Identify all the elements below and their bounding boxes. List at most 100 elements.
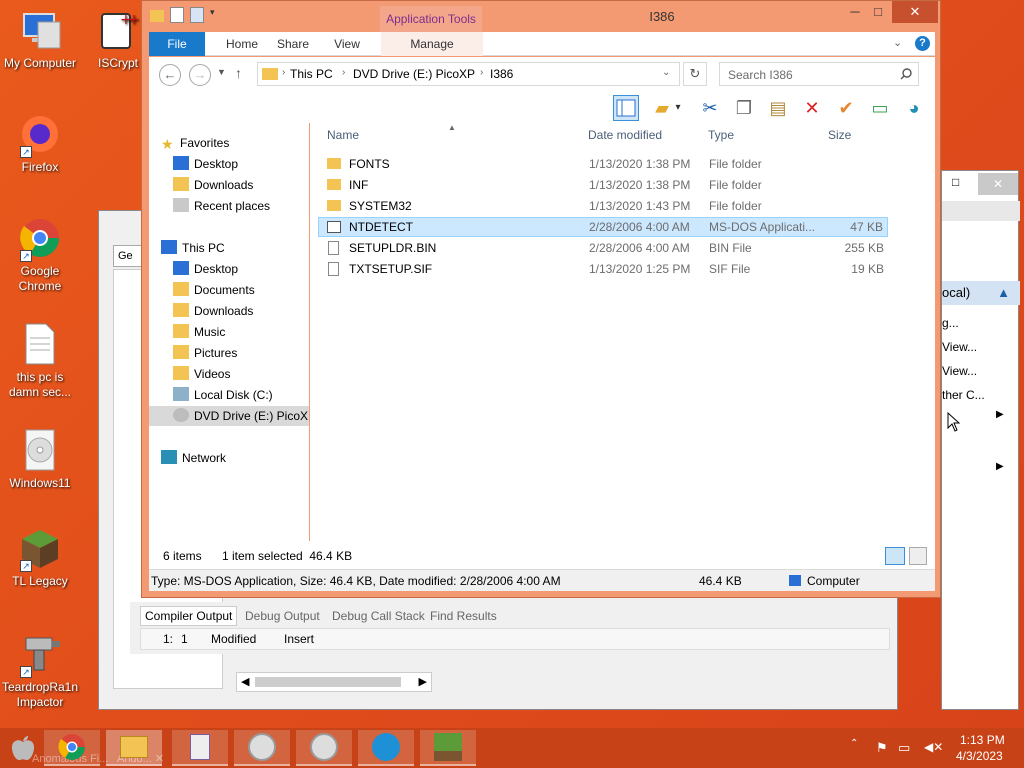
documents-folder-icon [173,282,189,296]
chevron-right-icon[interactable]: ▶ [996,409,1004,420]
delete-icon[interactable]: ✕ [799,95,825,121]
nav-desktop-pc[interactable]: Desktop [173,259,333,279]
tab-debug-call-stack[interactable]: Debug Call Stack [332,609,425,623]
file-row[interactable]: TXTSETUP.SIF 1/13/2020 1:25 PM SIF File … [318,259,888,279]
expand-ribbon-icon[interactable]: ⌄ [893,36,902,49]
file-row[interactable]: FONTS 1/13/2020 1:38 PM File folder [318,154,888,174]
nav-videos[interactable]: Videos [173,364,333,384]
chevron-right-icon[interactable]: ▶ [419,675,427,688]
collapse-icon[interactable]: ▲ [997,285,1010,300]
title-bar[interactable]: ▾ Application Tools I386 ─ □ ✕ [142,1,940,32]
help-icon[interactable]: ? [915,36,930,51]
column-header-name[interactable]: Name [327,128,359,142]
network-globe-icon[interactable]: ◕ [901,95,927,121]
desktop-icon-text-file[interactable]: this pc is damn sec... [0,322,80,400]
copy-icon[interactable]: ❐ [731,95,757,121]
nav-recent-places[interactable]: Recent places [173,196,333,216]
column-header-type[interactable]: Type [708,128,734,142]
close-button[interactable]: ✕ [978,173,1018,195]
videos-folder-icon [173,366,189,380]
list-item[interactable]: View... [942,335,985,359]
chevron-left-icon[interactable]: ◀ [241,675,249,688]
close-button[interactable]: ✕ [892,1,938,23]
chevron-right-icon[interactable]: ▶ [996,461,1004,472]
desktop-icon-label: Firefox [21,160,59,174]
chevron-down-icon[interactable]: ▾ [671,95,685,121]
desktop-icon-chrome[interactable]: ↗ Google Chrome [0,216,80,294]
properties-icon[interactable]: ▭ [867,95,893,121]
breadcrumb-this-pc[interactable]: This PC [290,67,333,81]
large-icons-view-icon[interactable] [909,547,927,565]
tab-compiler-output[interactable]: Compiler Output [140,606,238,626]
breadcrumb-i386[interactable]: I386 [490,67,513,81]
desktop-icon-firefox[interactable]: ↗ Firefox [0,112,80,175]
file-row[interactable]: SETUPLDR.BIN 2/28/2006 4:00 AM BIN File … [318,238,888,258]
network-status-icon[interactable]: ▭ [898,740,910,756]
desktop-icon-impactor[interactable]: ↗ TeardropRa1n Impactor [0,632,80,710]
list-item[interactable]: g... [942,311,985,335]
up-button[interactable]: ↑ [235,65,242,81]
breadcrumb-dvd-drive[interactable]: DVD Drive (E:) PicoXP [353,67,475,81]
nav-pictures[interactable]: Pictures [173,343,333,363]
taskbar-safari-button-2[interactable] [296,730,352,766]
file-row-selected[interactable]: NTDETECT 2/28/2006 4:00 AM MS-DOS Applic… [318,217,888,237]
tab-view[interactable]: View [327,32,367,56]
list-item[interactable]: View... [942,359,985,383]
tab-find-results[interactable]: Find Results [430,609,497,623]
tab-debug-output[interactable]: Debug Output [245,609,320,623]
nav-label: Network [182,451,227,465]
tab-share[interactable]: Share [273,32,313,56]
maximize-button[interactable]: □ [952,175,959,189]
scroll-thumb[interactable] [255,677,401,687]
new-folder-icon[interactable] [190,7,204,23]
maximize-button[interactable]: □ [862,1,894,23]
forward-button[interactable]: → [189,64,211,86]
tab-manage[interactable]: Manage [381,32,483,56]
show-hidden-icons-button[interactable]: ⌃ [850,738,858,749]
properties-icon[interactable] [170,7,184,23]
address-field[interactable]: › This PC › DVD Drive (E:) PicoXP › I386… [257,62,680,86]
file-row[interactable]: INF 1/13/2020 1:38 PM File folder [318,175,888,195]
background-scrollbar[interactable]: ◀ ▶ [236,672,432,692]
clock-time[interactable]: 1:13 PM [960,733,1005,747]
search-input[interactable]: Search I386 [719,62,919,86]
taskbar-explorer-button[interactable] [106,730,162,766]
taskbar-ie-button[interactable] [358,730,414,766]
preview-pane-icon[interactable] [613,95,639,121]
cut-icon[interactable]: ✂ [697,95,723,121]
nav-local-disk[interactable]: Local Disk (C:) [173,385,333,405]
nav-documents[interactable]: Documents [173,280,333,300]
flag-icon[interactable]: ⚑ [876,740,888,756]
desktop-icon-windows11[interactable]: Windows11 [0,428,80,491]
nav-dvd-drive[interactable]: DVD Drive (E:) PicoX [149,406,309,426]
nav-music[interactable]: Music [173,322,333,342]
list-item[interactable]: ther C... [942,383,985,407]
taskbar-safari-button-1[interactable] [234,730,290,766]
chevron-down-icon[interactable]: ⌄ [662,67,670,78]
taskbar-app-button[interactable] [172,730,228,766]
desktop-icon-tl-legacy[interactable]: ↗ TL Legacy [0,526,80,589]
taskbar-minecraft-button[interactable] [420,730,476,766]
details-view-icon[interactable] [885,547,905,565]
nav-favorites[interactable]: ★ Favorites [161,133,321,153]
nav-downloads[interactable]: Downloads [173,175,333,195]
desktop-icon-my-computer[interactable]: My Computer [0,8,80,71]
chevron-down-icon[interactable]: ▾ [210,7,220,23]
rename-check-icon[interactable]: ✔ [833,95,859,121]
volume-muted-icon[interactable]: ◀✕ [924,740,943,754]
back-button[interactable]: ← [159,64,181,86]
taskbar-chrome-button[interactable] [44,730,100,766]
refresh-button[interactable]: ↻ [683,62,707,86]
nav-this-pc[interactable]: This PC [161,238,321,258]
clock-date[interactable]: 4/3/2023 [956,749,1003,763]
recent-locations-icon[interactable]: ▼ [217,67,226,77]
file-row[interactable]: SYSTEM32 1/13/2020 1:43 PM File folder [318,196,888,216]
tab-home[interactable]: Home [219,32,265,56]
nav-downloads-pc[interactable]: Downloads [173,301,333,321]
nav-desktop[interactable]: Desktop [173,154,333,174]
paste-icon[interactable]: ▤ [765,95,791,121]
column-header-size[interactable]: Size [828,128,851,142]
nav-network[interactable]: Network [161,448,321,468]
tab-file[interactable]: File [149,32,205,56]
column-header-date[interactable]: Date modified [588,128,662,142]
